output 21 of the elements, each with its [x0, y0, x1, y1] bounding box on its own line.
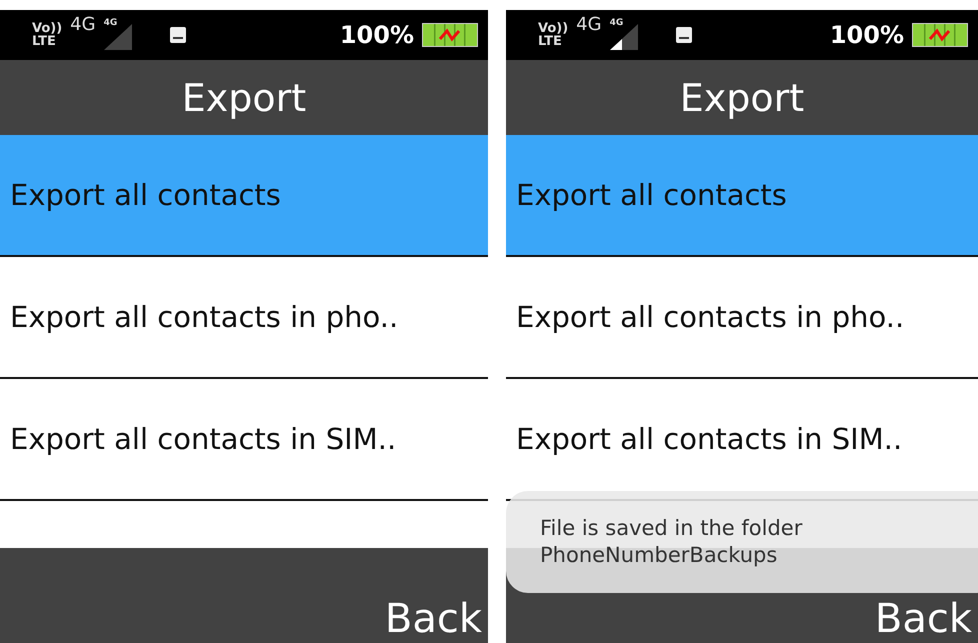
- back-softkey[interactable]: Back: [384, 597, 488, 643]
- battery-percent: 100%: [340, 21, 414, 49]
- saved-toast: File is saved in the folder PhoneNumberBackups: [506, 491, 978, 593]
- picture-icon: [170, 27, 186, 43]
- volte-label: Vo)): [538, 22, 568, 35]
- network-label: 4G: [70, 14, 96, 35]
- back-softkey[interactable]: Back: [874, 597, 978, 643]
- battery-charging-icon: [422, 23, 478, 47]
- volte-label: Vo)): [32, 22, 62, 35]
- signal-tag: 4G: [104, 18, 118, 28]
- signal-tag: 4G: [610, 18, 624, 28]
- picture-icon: [676, 27, 692, 43]
- screen-title: Export: [0, 60, 488, 135]
- network-label: 4G: [576, 14, 602, 35]
- screen-title: Export: [506, 60, 978, 135]
- lte-label: LTE: [32, 35, 57, 48]
- menu-item[interactable]: Export all contacts: [506, 135, 978, 257]
- battery-percent: 100%: [830, 21, 904, 49]
- battery-charging-icon: [912, 23, 968, 47]
- menu-item[interactable]: Export all contacts: [0, 135, 488, 257]
- lte-label: LTE: [538, 35, 563, 48]
